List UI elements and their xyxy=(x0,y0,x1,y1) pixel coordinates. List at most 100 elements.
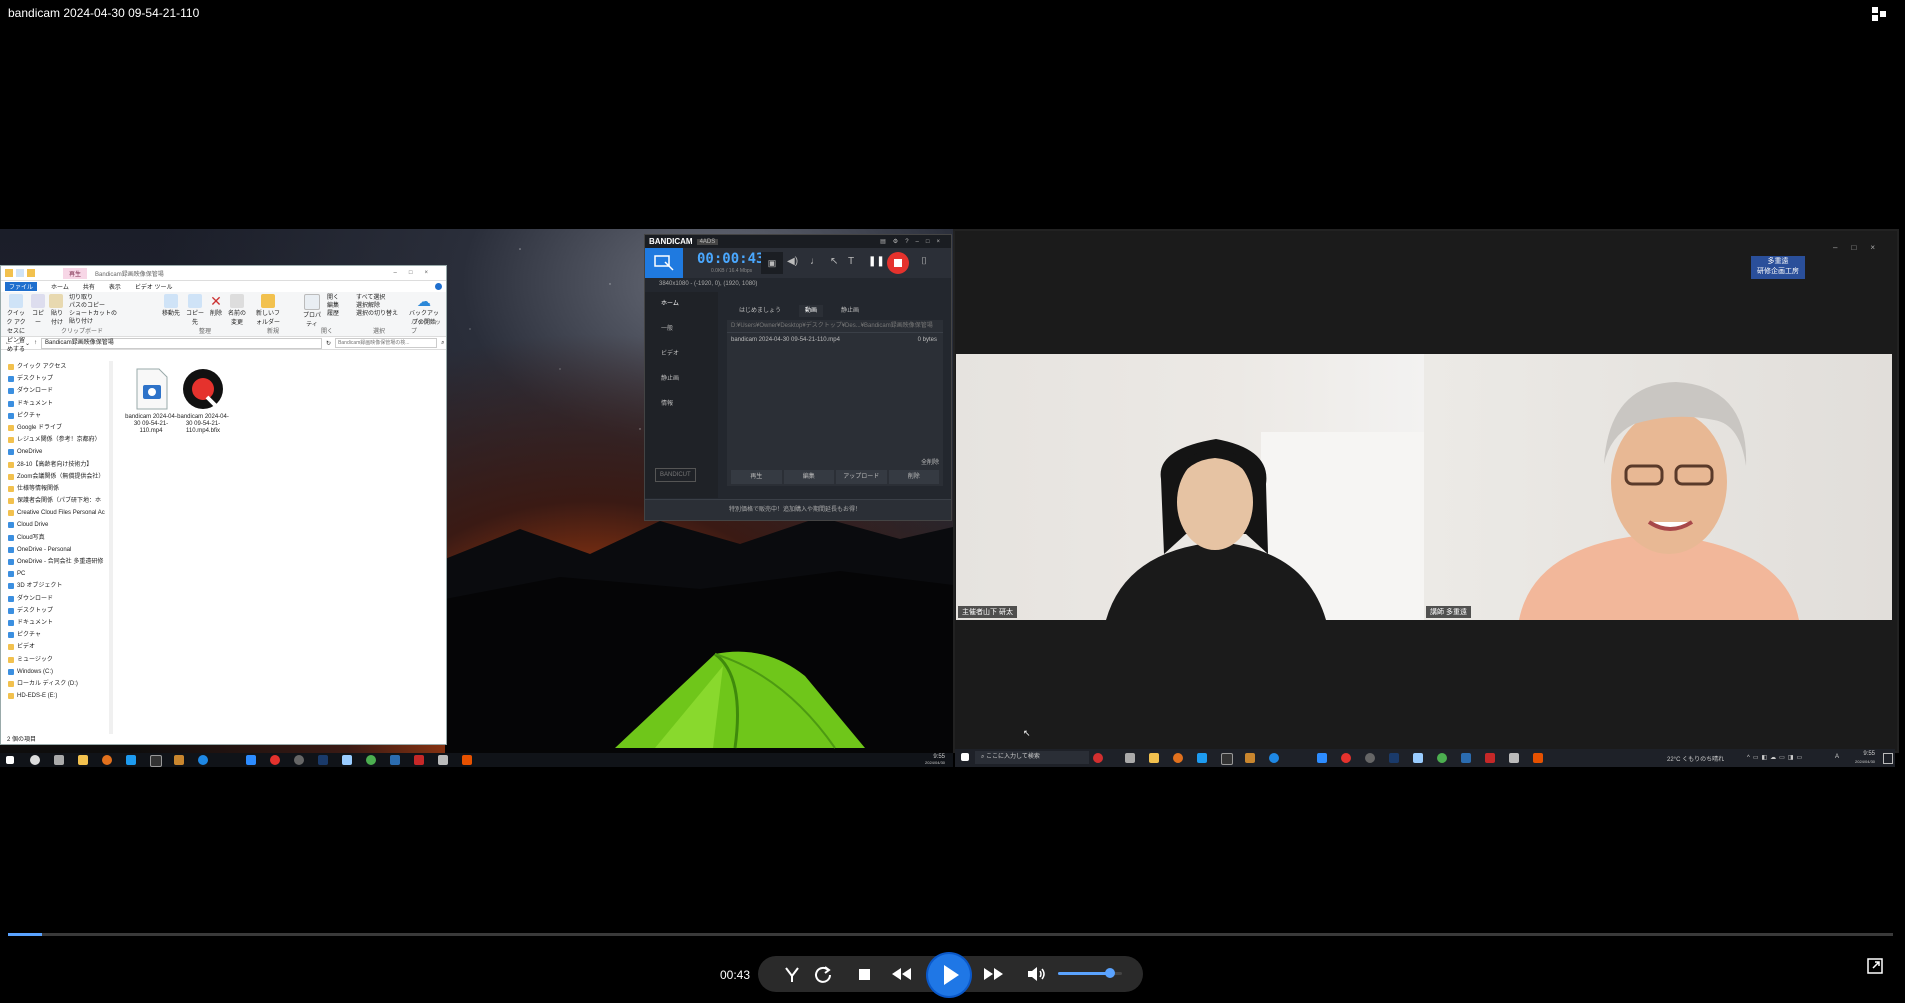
explorer-taskbar-icon[interactable] xyxy=(78,755,88,765)
obs-taskbar-icon[interactable] xyxy=(1365,753,1375,763)
history-button[interactable]: 履歴 xyxy=(327,310,353,318)
nav-item[interactable]: PC xyxy=(1,568,109,580)
bandicam-window[interactable]: BANDICAM 4ADS ▤⚙?–□× 00:00:43 0.0KB / 16… xyxy=(644,234,952,521)
sidebar-item-video[interactable]: ビデオ xyxy=(645,342,718,367)
seek-bar[interactable] xyxy=(8,933,1893,936)
weather-widget[interactable]: 22°C くもりのち晴れ xyxy=(1667,754,1724,763)
pause-icon[interactable]: ❚❚ xyxy=(868,256,885,267)
nav-item[interactable]: ローカル ディスク (D:) xyxy=(1,678,109,690)
nav-item[interactable]: Creative Cloud Files Personal Ac xyxy=(1,507,109,519)
up-icon[interactable]: ↑ xyxy=(34,340,37,346)
copy-path-button[interactable]: パスのコピー xyxy=(69,302,119,310)
open-button[interactable]: 開く xyxy=(327,294,353,302)
sidebar-item-home[interactable]: ホーム xyxy=(645,292,718,317)
explorer-taskbar-icon[interactable] xyxy=(1149,753,1159,763)
tab-view[interactable]: 表示 xyxy=(109,282,121,291)
rewind-button[interactable] xyxy=(889,962,913,986)
app2-taskbar-icon[interactable] xyxy=(174,755,184,765)
nav-item[interactable]: OneDrive - Personal xyxy=(1,544,109,556)
nav-item[interactable]: Zoom会議関係（無償提供会社） xyxy=(1,471,109,483)
nav-item[interactable]: デスクトップ xyxy=(1,605,109,617)
delete-file-button[interactable]: 削除 xyxy=(888,470,939,484)
stop-record-button[interactable] xyxy=(887,252,909,274)
skype-taskbar-icon[interactable] xyxy=(126,755,136,765)
chrome-taskbar-icon[interactable] xyxy=(1437,753,1447,763)
pen-taskbar-icon[interactable] xyxy=(438,755,448,765)
tab-home[interactable]: ホーム xyxy=(51,282,69,291)
delete-all-button[interactable]: 全削除 xyxy=(921,457,939,466)
tab-video-tools[interactable]: ビデオ ツール xyxy=(135,282,173,291)
tab-getting-started[interactable]: はじめましょう xyxy=(733,305,787,317)
zoom-window-controls[interactable]: –□× xyxy=(1833,243,1889,252)
nav-item[interactable]: HD-EDS-E (E:) xyxy=(1,690,109,702)
outlook-taskbar-icon[interactable] xyxy=(390,755,400,765)
camera-icon[interactable]: ⌷ xyxy=(921,256,927,267)
ps-taskbar-icon[interactable] xyxy=(318,755,328,765)
nav-item[interactable]: 仕様等情報関係 xyxy=(1,483,109,495)
nav-item[interactable]: ドキュメント xyxy=(1,617,109,629)
select-none-button[interactable]: 選択解除 xyxy=(356,302,398,310)
nav-item[interactable]: レジュメ関係（参考！京都府） xyxy=(1,434,109,446)
system-tray-icons[interactable]: ^▭◧☁▭◨▭ xyxy=(1747,754,1805,761)
sidebar-item-image[interactable]: 静止画 xyxy=(645,367,718,392)
new-folder-icon[interactable] xyxy=(27,269,35,277)
skype-taskbar-icon[interactable] xyxy=(1197,753,1207,763)
microphone-icon[interactable]: ♩ xyxy=(810,256,820,267)
obs-taskbar-icon[interactable] xyxy=(294,755,304,765)
outlook-taskbar-icon[interactable] xyxy=(1461,753,1471,763)
search-input[interactable] xyxy=(335,338,438,348)
copy-to-button[interactable]: コピー先 xyxy=(185,294,205,326)
invert-selection-button[interactable]: 選択の切り替え xyxy=(356,310,398,318)
promo-footer[interactable]: 特別価格で販売中！追加購入や期間延長もお得！ xyxy=(645,499,951,520)
bandicam-window-controls[interactable]: ▤⚙?–□× xyxy=(880,238,947,245)
cut-button[interactable]: 切り取り xyxy=(69,294,119,302)
move-to-button[interactable]: 移動先 xyxy=(161,294,181,317)
context-tab-play[interactable]: 再生 xyxy=(63,267,88,279)
nav-item[interactable]: Cloud Drive xyxy=(1,519,109,531)
screen-mode-button[interactable] xyxy=(645,248,683,278)
play-button[interactable] xyxy=(928,954,970,996)
stop-button[interactable] xyxy=(852,962,876,986)
fruit-widget-icon[interactable] xyxy=(1093,753,1103,763)
nav-item[interactable]: ダウンロード xyxy=(1,385,109,397)
bandicut-button[interactable]: BANDICUT xyxy=(655,468,696,482)
pin-quick-access-button[interactable]: クイック アクセスにピン留めする xyxy=(5,294,27,353)
tab-file[interactable]: ファイル xyxy=(5,282,38,291)
tab-video[interactable]: 動画 xyxy=(799,305,824,317)
task-view-icon[interactable] xyxy=(1125,753,1135,763)
nav-item[interactable]: ダウンロード xyxy=(1,593,109,605)
sidebar-item-about[interactable]: 情報 xyxy=(645,392,718,417)
text-overlay-icon[interactable]: T xyxy=(848,256,854,267)
layout-toggle-icon[interactable] xyxy=(1871,6,1887,22)
app-taskbar-icon[interactable] xyxy=(150,755,162,767)
quick-access-icon[interactable] xyxy=(16,269,24,277)
tab-share[interactable]: 共有 xyxy=(83,282,95,291)
file-explorer-window[interactable]: 再生 Bandicam録画映像保管場 –□× ファイル ホーム 共有 表示 ビデ… xyxy=(0,265,447,745)
right-clock[interactable]: 9:55 2024/04/30 xyxy=(1855,751,1875,765)
rename-button[interactable]: 名前の変更 xyxy=(227,294,247,326)
select-all-button[interactable]: すべて選択 xyxy=(356,294,398,302)
upload-file-button[interactable]: アップロード xyxy=(836,470,887,484)
file-item-bfix[interactable]: bandicam 2024-04-30 09-54-21-110.mp4.bfi… xyxy=(177,367,229,435)
ppt-taskbar-icon[interactable] xyxy=(1533,753,1543,763)
edit-button[interactable]: 編集 xyxy=(327,302,353,310)
app2-taskbar-icon[interactable] xyxy=(1245,753,1255,763)
nav-item[interactable]: OneDrive xyxy=(1,446,109,458)
start-icon[interactable] xyxy=(961,753,969,761)
zoom-taskbar-icon[interactable] xyxy=(246,755,256,765)
nav-item[interactable]: 28-10【高齢者向け技術力】 xyxy=(1,459,109,471)
play-file-button[interactable]: 再生 xyxy=(731,470,782,484)
search-icon[interactable]: ⌕ xyxy=(441,340,444,347)
loop-ab-button[interactable] xyxy=(780,962,804,986)
participant-video-b[interactable]: 講師 多重遠 xyxy=(1424,354,1892,620)
notification-icon[interactable] xyxy=(1883,753,1893,764)
ppt-taskbar-icon[interactable] xyxy=(462,755,472,765)
search-taskbar-icon[interactable] xyxy=(30,755,40,765)
nav-item[interactable]: Google ドライブ xyxy=(1,422,109,434)
refresh-icon[interactable]: ↻ xyxy=(326,340,331,347)
taskbar-search-box[interactable]: ⌕ ここに入力して検索 xyxy=(975,751,1089,764)
ps-taskbar-icon[interactable] xyxy=(1389,753,1399,763)
fast-forward-button[interactable] xyxy=(982,962,1006,986)
explorer-titlebar[interactable]: 再生 Bandicam録画映像保管場 –□× xyxy=(1,266,446,281)
edge-taskbar-icon[interactable] xyxy=(198,755,208,765)
